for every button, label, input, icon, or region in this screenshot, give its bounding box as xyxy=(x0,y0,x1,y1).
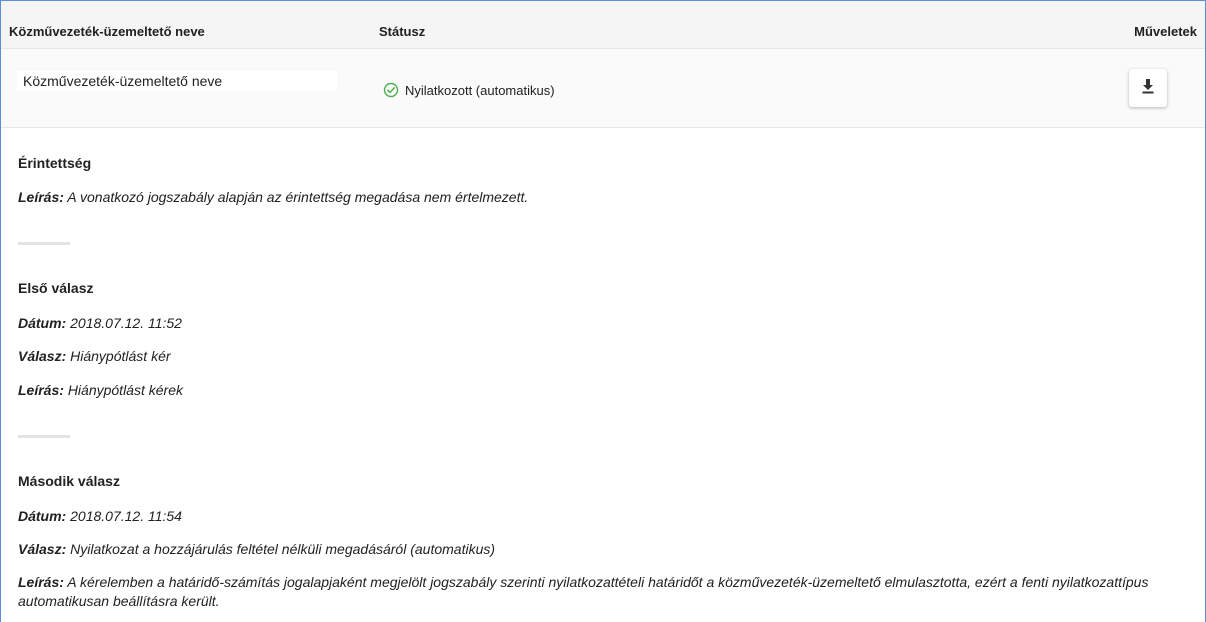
column-header-name[interactable]: Közművezeték-üzemeltető neve xyxy=(9,24,205,39)
answer-value: Nyilatkozat a hozzájárulás feltétel nélk… xyxy=(70,541,496,557)
second-response-date: Dátum: 2018.07.12. 11:54 xyxy=(18,508,182,524)
section-title-erintettseg: Érintettség xyxy=(18,155,92,171)
description-value: A vonatkozó jogszabály alapján az érinte… xyxy=(67,189,529,205)
section-divider xyxy=(18,435,70,438)
date-value: 2018.07.12. 11:54 xyxy=(70,508,182,524)
date-value: 2018.07.12. 11:52 xyxy=(70,315,182,331)
section-divider xyxy=(18,242,70,245)
first-response-date: Dátum: 2018.07.12. 11:52 xyxy=(18,315,182,331)
answer-value: Hiánypótlást kér xyxy=(70,348,171,364)
first-response-description: Leírás: Hiánypótlást kérek xyxy=(18,382,183,398)
download-icon xyxy=(1141,78,1155,99)
table-header: Közművezeték-üzemeltető neve Státusz Műv… xyxy=(1,1,1205,49)
operator-name-cell: Közművezeték-üzemeltető neve xyxy=(17,71,337,91)
status-text: Nyilatkozott (automatikus) xyxy=(405,82,555,98)
erintettseg-description: Leírás: A vonatkozó jogszabály alapján a… xyxy=(18,189,528,205)
column-header-operations: Műveletek xyxy=(1134,24,1197,39)
date-label: Dátum: xyxy=(18,315,67,331)
description-label: Leírás: xyxy=(18,382,64,398)
check-circle-icon xyxy=(383,82,399,98)
download-button[interactable] xyxy=(1129,69,1167,107)
description-label: Leírás: xyxy=(18,574,64,590)
description-value: A kérelemben a határidő-számítás jogalap… xyxy=(18,574,1149,609)
answer-label: Válasz: xyxy=(18,541,67,557)
second-response-description: Leírás: A kérelemben a határidő-számítás… xyxy=(18,573,1204,611)
first-response-answer: Válasz: Hiánypótlást kér xyxy=(18,348,171,364)
second-response-answer: Válasz: Nyilatkozat a hozzájárulás felté… xyxy=(18,541,495,557)
table-row[interactable]: Közművezeték-üzemeltető neve Nyilatkozot… xyxy=(1,49,1205,128)
section-title-first-response: Első válasz xyxy=(18,280,94,296)
description-label: Leírás: xyxy=(18,189,64,205)
description-value: Hiánypótlást kérek xyxy=(67,382,183,398)
status-cell: Nyilatkozott (automatikus) xyxy=(383,82,555,98)
answer-label: Válasz: xyxy=(18,348,67,364)
date-label: Dátum: xyxy=(18,508,67,524)
section-title-second-response: Második válasz xyxy=(18,473,120,489)
column-header-status[interactable]: Státusz xyxy=(379,24,425,39)
